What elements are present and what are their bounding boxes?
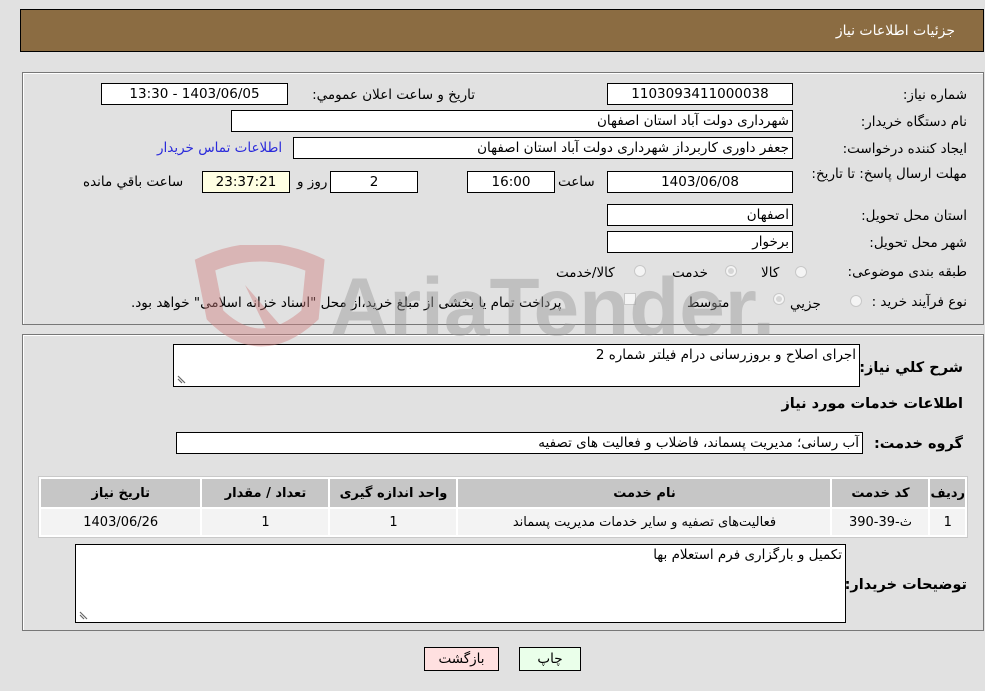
treasury-note: پرداخت تمام یا بخشی از مبلغ خرید،از محل … bbox=[131, 295, 562, 311]
category-option-goods: كالا bbox=[761, 265, 780, 281]
category-label: طبقه بندی موضوعی: bbox=[847, 264, 967, 280]
buyer-org-label: نام دستگاه خريدار: bbox=[860, 114, 967, 130]
general-desc-text: اجرای اصلاح و بروزرسانی درام فیلتر شماره… bbox=[595, 347, 856, 363]
cell-quantity: 1 bbox=[202, 509, 329, 535]
buyer-notes-text: تکمیل و بارگزاری فرم استعلام بها bbox=[653, 547, 842, 563]
col-service-name: نام خدمت bbox=[458, 479, 831, 507]
requester-label: ايجاد كننده درخواست: bbox=[842, 141, 967, 157]
deadline-time-field: 16:00 bbox=[467, 171, 555, 193]
delivery-city-label: شهر محل تحويل: bbox=[869, 235, 967, 251]
cell-row-number: 1 bbox=[930, 509, 965, 535]
services-section-title: اطلاعات خدمات مورد نياز bbox=[781, 396, 963, 412]
table-row: 1 ث-39-390 فعالیت‌های تصفیه و سایر خدمات… bbox=[41, 509, 965, 535]
delivery-city-field: برخوار bbox=[607, 231, 793, 253]
cell-unit: 1 bbox=[330, 509, 457, 535]
purchase-type-radio-medium[interactable] bbox=[773, 293, 785, 305]
cell-service-name: فعالیت‌های تصفیه و سایر خدمات مدیریت پسم… bbox=[458, 509, 831, 535]
purchase-type-label: نوع فرآیند خرید : bbox=[871, 294, 967, 310]
delivery-province-field: اصفهان bbox=[607, 204, 793, 226]
buyer-notes-textarea: تکمیل و بارگزاری فرم استعلام بها bbox=[75, 544, 846, 623]
service-group-field: آب رسانی؛ مدیریت پسماند، فاضلاب و فعالیت… bbox=[176, 432, 863, 454]
time-remaining-field: 23:37:21 bbox=[202, 171, 290, 193]
buyer-contact-link[interactable]: اطلاعات تماس خريدار bbox=[157, 140, 282, 156]
table-header-row: رديف كد خدمت نام خدمت واحد اندازه گيری ت… bbox=[41, 479, 965, 507]
treasury-checkbox[interactable] bbox=[624, 293, 636, 305]
col-unit: واحد اندازه گيری bbox=[330, 479, 457, 507]
col-quantity: تعداد / مقدار bbox=[202, 479, 329, 507]
resize-grip-icon[interactable] bbox=[177, 374, 187, 384]
purchase-type-radio-minor[interactable] bbox=[850, 295, 862, 307]
category-radio-goods-service[interactable] bbox=[634, 265, 646, 277]
days-remaining-field: 2 bbox=[330, 171, 418, 193]
deadline-label: مهلت ارسال پاسخ: تا تاريخ: bbox=[811, 166, 967, 182]
category-option-goods-service: كالا/خدمت bbox=[556, 265, 615, 281]
announce-datetime-field: 1403/06/05 - 13:30 bbox=[101, 83, 288, 105]
need-number-field: 1103093411000038 bbox=[607, 83, 793, 105]
purchase-type-option-medium: متوسط bbox=[687, 295, 730, 311]
requester-field: جعفر داوری کاربرداز شهرداری دولت آباد اس… bbox=[293, 137, 793, 159]
cell-service-code: ث-39-390 bbox=[832, 509, 929, 535]
back-button[interactable]: بازگشت bbox=[424, 647, 499, 671]
general-desc-textarea: اجرای اصلاح و بروزرسانی درام فیلتر شماره… bbox=[173, 344, 860, 387]
page-header: جزئیات اطلاعات نیاز bbox=[20, 9, 984, 52]
service-group-label: گروه خدمت: bbox=[873, 436, 963, 452]
cell-need-date: 1403/06/26 bbox=[41, 509, 201, 535]
col-need-date: تاريخ نياز bbox=[41, 479, 201, 507]
services-table: رديف كد خدمت نام خدمت واحد اندازه گيری ت… bbox=[38, 476, 968, 538]
time-remaining-label: ساعت باقي مانده bbox=[83, 174, 184, 190]
col-row-number: رديف bbox=[930, 479, 965, 507]
purchase-type-option-minor: جزیي bbox=[790, 296, 821, 312]
category-option-service: خدمت bbox=[672, 265, 708, 281]
delivery-province-label: استان محل تحويل: bbox=[861, 208, 967, 224]
announce-datetime-label: تاریخ و ساعت اعلان عمومي: bbox=[312, 87, 475, 103]
need-number-label: شماره نیاز: bbox=[902, 87, 967, 103]
print-button[interactable]: چاپ bbox=[519, 647, 581, 671]
general-desc-label: شرح کلي نياز: bbox=[859, 360, 963, 376]
deadline-time-label: ساعت bbox=[558, 174, 595, 190]
resize-grip-icon[interactable] bbox=[79, 610, 89, 620]
category-radio-service[interactable] bbox=[725, 265, 737, 277]
buyer-org-field: شهرداری دولت آباد استان اصفهان bbox=[231, 110, 793, 132]
days-label: روز و bbox=[297, 174, 328, 190]
category-radio-goods[interactable] bbox=[795, 266, 807, 278]
deadline-date-field: 1403/06/08 bbox=[607, 171, 793, 193]
buyer-notes-label: توضيحات خريدار: bbox=[844, 577, 967, 593]
page-title: جزئیات اطلاعات نیاز bbox=[835, 23, 955, 39]
col-service-code: كد خدمت bbox=[832, 479, 929, 507]
